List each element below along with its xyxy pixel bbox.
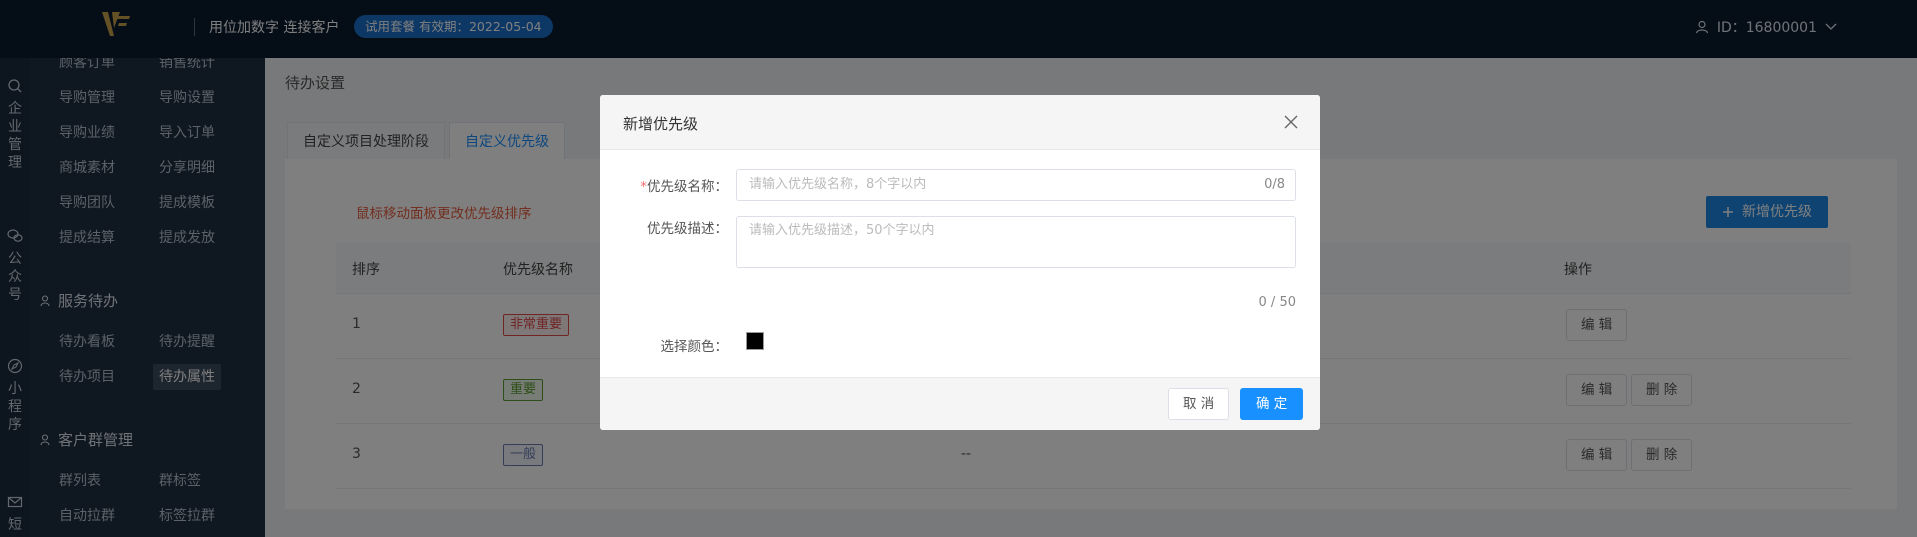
name-label-text: 优先级名称： bbox=[647, 179, 728, 195]
name-char-counter: 0/8 bbox=[1264, 177, 1285, 192]
color-picker[interactable] bbox=[746, 332, 764, 350]
close-icon[interactable] bbox=[1282, 113, 1300, 131]
name-placeholder: 请输入优先级名称，8个字以内 bbox=[749, 177, 927, 192]
add-priority-dialog: 新增优先级 *优先级名称： 请输入优先级名称，8个字以内 0/8 优先级描述： … bbox=[600, 95, 1320, 430]
required-mark: * bbox=[640, 179, 647, 195]
name-label: *优先级名称： bbox=[608, 175, 728, 195]
confirm-button[interactable]: 确 定 bbox=[1240, 388, 1304, 420]
dialog-title: 新增优先级 bbox=[623, 115, 699, 133]
description-label: 优先级描述： bbox=[647, 221, 728, 237]
dialog-footer: 取 消 确 定 bbox=[600, 377, 1320, 430]
priority-name-input[interactable]: 请输入优先级名称，8个字以内 0/8 bbox=[736, 169, 1296, 201]
priority-description-textarea[interactable]: 请输入优先级描述，50个字以内 bbox=[736, 216, 1296, 268]
color-label: 选择颜色： bbox=[660, 339, 729, 355]
cancel-button[interactable]: 取 消 bbox=[1168, 388, 1230, 420]
description-char-counter: 0 / 50 bbox=[1258, 295, 1296, 310]
description-placeholder: 请输入优先级描述，50个字以内 bbox=[749, 223, 935, 238]
dialog-header: 新增优先级 bbox=[600, 95, 1320, 150]
